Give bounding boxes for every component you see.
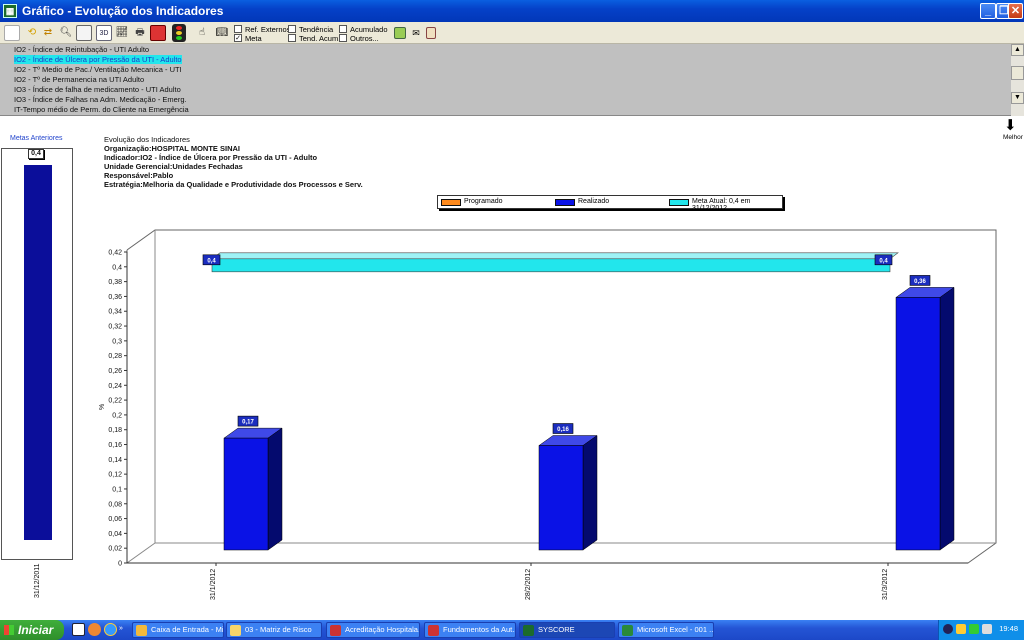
clock: 19:48 xyxy=(999,624,1018,633)
syscore-icon xyxy=(523,625,534,636)
y-tick-label: 0,02 xyxy=(108,546,122,553)
y-tick-label: 0,32 xyxy=(108,324,122,331)
y-tick-label: 0,04 xyxy=(108,531,122,538)
y-tick-label: 0,22 xyxy=(108,398,122,405)
bar xyxy=(895,297,941,551)
bar xyxy=(538,445,584,551)
desktop-icon[interactable] xyxy=(72,623,85,636)
windows-logo-icon xyxy=(4,625,14,635)
y-tick-label: 0 xyxy=(118,561,122,568)
start-label: Iniciar xyxy=(18,623,54,637)
y-tick-label: 0,12 xyxy=(108,472,122,479)
task-label: Fundamentos da Aut... xyxy=(443,625,516,634)
y-tick-label: 0,38 xyxy=(108,279,122,286)
firefox-icon[interactable] xyxy=(88,623,101,636)
messenger-icon[interactable] xyxy=(956,624,966,634)
chart-window: ▦ Gráfico - Evolução dos Indicadores _ ❐… xyxy=(0,0,1024,620)
bar-value-label: 0,36 xyxy=(914,279,926,285)
bar-side xyxy=(582,435,598,551)
y-tick-label: 0,14 xyxy=(108,457,122,464)
bar-side xyxy=(939,286,955,551)
task-label: 03 - Matriz de Risco xyxy=(245,625,312,634)
x-tick-label: 31/3/2012 xyxy=(882,569,889,600)
volume-icon[interactable] xyxy=(982,624,992,634)
y-tick-label: 0,28 xyxy=(108,353,122,360)
y-tick-label: 0,08 xyxy=(108,501,122,508)
pdf-icon xyxy=(330,625,341,636)
y-tick-label: 0,3 xyxy=(112,338,122,345)
floor-left-edge xyxy=(126,542,156,564)
y-tick-label: 0,34 xyxy=(108,309,122,316)
shield-icon[interactable] xyxy=(969,624,979,634)
bar-chart: 0 0,02 0,04 0,06 0,08 0,1 0,12 0,14 0,16 0,18 0,2 0… xyxy=(99,229,997,600)
task-excel[interactable]: Microsoft Excel - 001 ... xyxy=(618,622,714,638)
y-tick-label: 0,1 xyxy=(112,486,122,493)
y-tick-label: 0,06 xyxy=(108,516,122,523)
bar xyxy=(223,437,269,551)
y-tick-label: 0,24 xyxy=(108,383,122,390)
y-tick-label: 0,16 xyxy=(108,442,122,449)
bar-side xyxy=(267,427,283,551)
task-acreditacao[interactable]: Acreditação Hospitala... xyxy=(326,622,420,638)
meta-tag-left: 0,4 xyxy=(207,258,216,264)
task-fundamentos[interactable]: Fundamentos da Aut... xyxy=(424,622,516,638)
start-button[interactable]: Iniciar xyxy=(0,620,64,640)
y-tick-label: 0,18 xyxy=(108,427,122,434)
task-syscore[interactable]: SYSCORE xyxy=(519,622,615,638)
y-tick-label: 0,42 xyxy=(108,250,122,257)
task-outlook[interactable]: Caixa de Entrada - Mi... xyxy=(132,622,224,638)
task-folder[interactable]: 03 - Matriz de Risco xyxy=(226,622,322,638)
x-tick-label: 31/1/2012 xyxy=(210,569,217,600)
folder-icon xyxy=(230,625,241,636)
bar-value-label: 0,17 xyxy=(242,420,254,426)
y-tick-label: 0,2 xyxy=(112,412,122,419)
task-label: Caixa de Entrada - Mi... xyxy=(151,625,224,634)
y-tick-label: 0,26 xyxy=(108,368,122,375)
pdf-icon xyxy=(428,625,439,636)
excel-icon xyxy=(622,625,633,636)
network-icon[interactable] xyxy=(943,624,953,634)
task-label: Acreditação Hospitala... xyxy=(345,625,420,634)
meta-tag-right: 0,4 xyxy=(879,258,888,264)
outlook-icon xyxy=(136,625,147,636)
taskbar: Iniciar » Caixa de Entrada - Mi... 03 - … xyxy=(0,620,1024,640)
system-tray: 19:48 xyxy=(938,620,1024,640)
y-tick-label: 0,4 xyxy=(112,264,122,271)
task-label: SYSCORE xyxy=(538,625,575,634)
meta-band xyxy=(211,258,891,273)
y-axis-label: % xyxy=(99,404,106,410)
task-label: Microsoft Excel - 001 ... xyxy=(637,625,714,634)
meta-band-top xyxy=(211,252,899,260)
chevron-right-icon[interactable]: » xyxy=(119,625,123,632)
ie-icon[interactable] xyxy=(104,623,117,636)
y-tick-label: 0,36 xyxy=(108,294,122,301)
bar-value-label: 0,16 xyxy=(557,427,569,433)
x-tick-label: 28/2/2012 xyxy=(525,569,532,600)
